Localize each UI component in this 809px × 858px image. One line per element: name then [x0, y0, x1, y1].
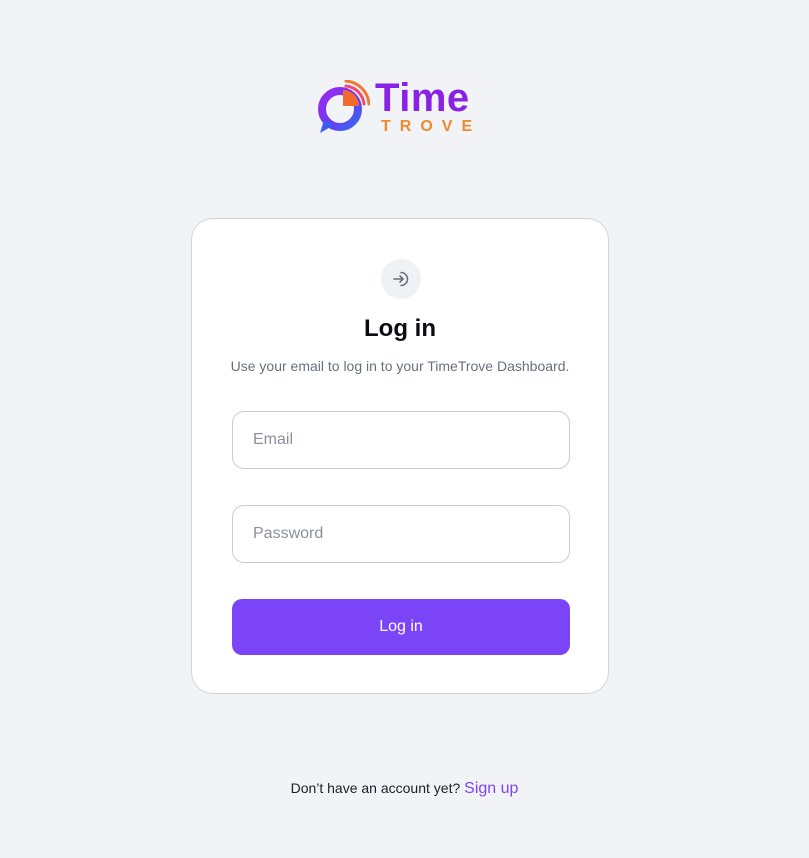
login-arrow-icon [381, 259, 421, 299]
signup-link[interactable]: Sign up [464, 780, 518, 797]
login-card: Log in Use your email to log in to your … [191, 218, 609, 694]
login-button[interactable]: Log in [232, 599, 570, 655]
brand-name-primary: Time [375, 76, 470, 120]
signup-prompt: Don’t have an account yet? Sign up [0, 780, 809, 798]
brand-logo: Time TROVE [316, 76, 488, 136]
email-field[interactable] [232, 411, 570, 469]
brand-logo-mark-icon [318, 80, 370, 133]
brand-name-secondary: TROVE [381, 118, 482, 135]
password-field[interactable] [232, 505, 570, 563]
login-arrow-icon-glyph [393, 271, 409, 287]
page-subtitle: Use your email to log in to your TimeTro… [230, 358, 570, 374]
page-title: Log in [364, 315, 436, 342]
signup-prompt-text: Don’t have an account yet? [290, 780, 461, 796]
